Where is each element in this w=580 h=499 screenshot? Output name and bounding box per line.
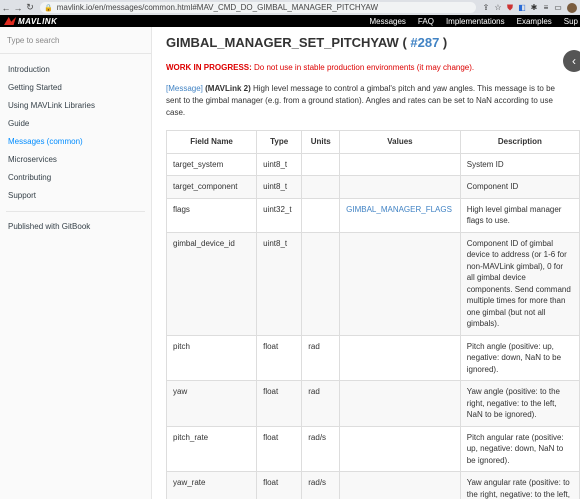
star-icon[interactable]: ☆ bbox=[492, 3, 504, 12]
column-header: Field Name bbox=[165, 130, 258, 154]
main-content: GIMBAL_MANAGER_SET_PITCHYAW ( #287 ) WOR… bbox=[152, 27, 580, 499]
table-cell: uint8_t bbox=[256, 152, 303, 176]
enum-link[interactable]: GIMBAL_MANAGER_FLAGS bbox=[339, 197, 461, 233]
sidebar-item[interactable]: Messages (common) bbox=[0, 133, 151, 151]
column-header: Units bbox=[301, 130, 341, 154]
url-text: mavlink.io/en/messages/common.html#MAV_C… bbox=[56, 3, 378, 12]
puzzle-icon[interactable]: ✱ bbox=[528, 3, 540, 12]
nav-messages[interactable]: Messages bbox=[369, 17, 405, 26]
table-cell bbox=[301, 152, 341, 176]
table-cell: Yaw angle (positive: to the right, negat… bbox=[459, 380, 580, 427]
table-cell: Pitch angle (positive: up, negative: dow… bbox=[459, 334, 580, 381]
table-cell: High level gimbal manager flags to use. bbox=[459, 197, 580, 233]
table-cell: rad bbox=[301, 334, 341, 381]
sidebar-list: Introduction Getting Started Using MAVLink… bbox=[0, 61, 151, 205]
reload-icon[interactable]: ↻ bbox=[24, 2, 36, 13]
sidebar-item[interactable]: Introduction bbox=[0, 61, 151, 79]
search-input[interactable]: Type to search bbox=[0, 27, 151, 54]
table-cell: rad/s bbox=[301, 425, 341, 472]
message-description: [Message] (MAVLink 2) High level message… bbox=[166, 84, 555, 117]
nav-implementations[interactable]: Implementations bbox=[446, 17, 505, 26]
sidebar: Type to search Introduction Getting Start… bbox=[0, 27, 152, 499]
sidebar-item[interactable]: Using MAVLink Libraries bbox=[0, 97, 151, 115]
nav-faq[interactable]: FAQ bbox=[418, 17, 434, 26]
table-row: target_component uint8_t Component ID bbox=[165, 175, 580, 199]
sidebar-item[interactable]: Contributing bbox=[0, 169, 151, 187]
table-cell bbox=[301, 197, 341, 233]
table-row: pitch_rate float rad/s Pitch angular rate (… bbox=[165, 425, 580, 472]
table-cell: yaw bbox=[165, 380, 258, 427]
message-tag-link[interactable]: [Message] bbox=[166, 84, 203, 93]
table-cell bbox=[339, 334, 461, 381]
table-cell: target_component bbox=[165, 175, 258, 199]
table-cell bbox=[339, 231, 461, 336]
table-cell: rad bbox=[301, 380, 341, 427]
scroll-up-button[interactable]: ‹ bbox=[563, 50, 580, 72]
table-cell: flags bbox=[165, 197, 258, 233]
table-cell: rad/s bbox=[301, 471, 341, 499]
table-cell: System ID bbox=[459, 152, 580, 176]
table-cell bbox=[339, 425, 461, 472]
table-cell: uint32_t bbox=[256, 197, 303, 233]
table-cell: float bbox=[256, 425, 303, 472]
table-cell: Pitch angular rate (positive: up, negati… bbox=[459, 425, 580, 472]
nav-support[interactable]: Sup bbox=[564, 17, 578, 26]
column-header: Description bbox=[459, 130, 580, 154]
table-cell: float bbox=[256, 380, 303, 427]
table-cell: yaw_rate bbox=[165, 471, 258, 499]
table-cell bbox=[339, 175, 461, 199]
site-header: MAVLINK Messages FAQ Implementations Exa… bbox=[0, 15, 580, 27]
column-header: Type bbox=[256, 130, 303, 154]
table-cell bbox=[339, 152, 461, 176]
table-cell: pitch bbox=[165, 334, 258, 381]
table-row: yaw_rate float rad/s Yaw angular rate (posi… bbox=[165, 471, 580, 499]
sidebar-item[interactable]: Getting Started bbox=[0, 79, 151, 97]
table-cell: Component ID of gimbal device to address… bbox=[459, 231, 580, 336]
profile-avatar[interactable] bbox=[567, 2, 577, 13]
table-cell: uint8_t bbox=[256, 175, 303, 199]
table-cell: Component ID bbox=[459, 175, 580, 199]
table-cell bbox=[301, 231, 341, 336]
table-cell: Yaw angular rate (positive: to the right… bbox=[459, 471, 580, 499]
extension-icon[interactable]: ◧ bbox=[516, 3, 528, 12]
table-row: gimbal_device_id uint8_t Component ID of g… bbox=[165, 231, 580, 336]
table-cell: gimbal_device_id bbox=[165, 231, 258, 336]
table-cell bbox=[339, 380, 461, 427]
table-cell bbox=[301, 175, 341, 199]
address-bar[interactable]: 🔒 mavlink.io/en/messages/common.html#MAV… bbox=[40, 2, 476, 13]
fields-table: Field Name Type Units Values Description tar… bbox=[165, 130, 580, 499]
table-cell: target_system bbox=[165, 152, 258, 176]
back-icon[interactable]: ← bbox=[0, 3, 12, 13]
lock-icon: 🔒 bbox=[44, 4, 53, 12]
message-id-link[interactable]: #287 bbox=[410, 35, 439, 50]
mavlink-logo[interactable]: MAVLINK bbox=[4, 17, 57, 26]
logo-icon bbox=[4, 17, 16, 25]
ublock-icon[interactable]: ⛊ bbox=[504, 3, 516, 13]
nav-examples[interactable]: Examples bbox=[517, 17, 552, 26]
top-nav: Messages FAQ Implementations Examples Su… bbox=[369, 17, 580, 26]
wip-warning: WORK IN PROGRESS: Do not use in stable p… bbox=[166, 63, 475, 72]
sidebar-divider bbox=[6, 211, 145, 212]
share-icon[interactable]: ⇪ bbox=[480, 3, 492, 12]
logo-text: MAVLINK bbox=[18, 16, 58, 26]
browser-toolbar: ← → ↻ 🔒 mavlink.io/en/messages/common.ht… bbox=[0, 0, 580, 15]
page-title: GIMBAL_MANAGER_SET_PITCHYAW ( #287 ) bbox=[166, 35, 448, 50]
forward-icon[interactable]: → bbox=[12, 3, 24, 13]
table-cell: float bbox=[256, 471, 303, 499]
column-header: Values bbox=[339, 130, 461, 154]
sidebar-item[interactable]: Support bbox=[0, 187, 151, 205]
reading-list-icon[interactable]: ≡ bbox=[540, 3, 552, 12]
table-row: target_system uint8_t System ID bbox=[165, 152, 580, 176]
sidebar-item[interactable]: Microservices bbox=[0, 151, 151, 169]
sidebar-toggle-icon[interactable]: ▭ bbox=[552, 3, 564, 12]
table-cell: pitch_rate bbox=[165, 425, 258, 472]
table-row: flags uint32_t GIMBAL_MANAGER_FLAGS High le… bbox=[165, 197, 580, 233]
table-row: yaw float rad Yaw angle (positive: to the r… bbox=[165, 380, 580, 427]
table-row: pitch float rad Pitch angle (positive: up, … bbox=[165, 334, 580, 381]
published-with-gitbook-link[interactable]: Published with GitBook bbox=[0, 218, 151, 236]
table-cell bbox=[339, 471, 461, 499]
sidebar-item[interactable]: Guide bbox=[0, 115, 151, 133]
table-cell: float bbox=[256, 334, 303, 381]
table-cell: uint8_t bbox=[256, 231, 303, 336]
